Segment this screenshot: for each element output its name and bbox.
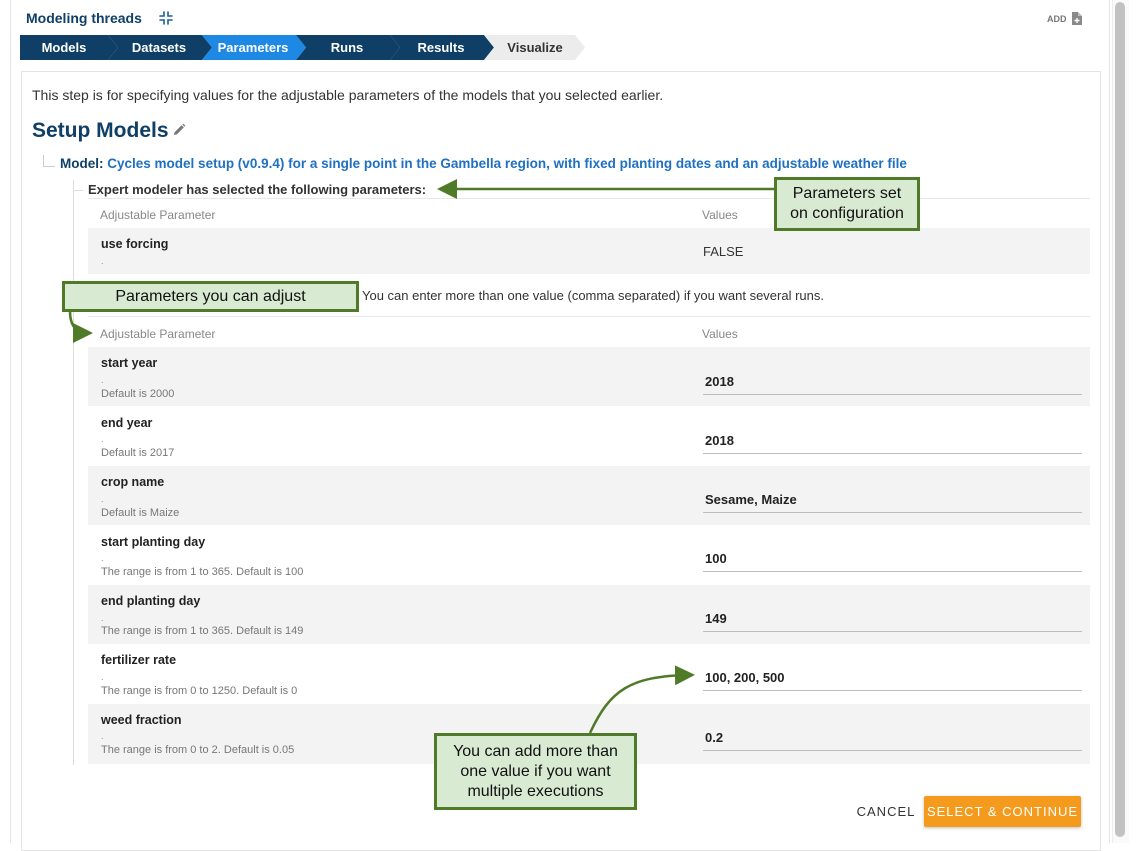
param-default: The range is from 0 to 1250. Default is … <box>101 685 298 697</box>
step-runs[interactable]: Runs <box>303 35 391 60</box>
divider <box>88 316 1090 317</box>
table-row <box>88 228 1090 274</box>
param-value-input[interactable] <box>703 606 1082 632</box>
callout-line: multiple executions <box>467 782 604 800</box>
param-default: The range is from 0 to 2. Default is 0.0… <box>101 744 295 756</box>
param-name: weed fraction <box>101 713 182 727</box>
callout-line: Parameters set <box>792 185 902 202</box>
callout-can-adjust: Parameters you can adjust <box>62 281 359 312</box>
page-title: Modeling threads <box>26 10 142 26</box>
param-desc: . <box>101 553 104 563</box>
param-value-input[interactable] <box>703 487 1082 513</box>
param-default: The range is from 1 to 365. Default is 1… <box>101 625 304 637</box>
param-name: start planting day <box>101 535 206 549</box>
step-visualize[interactable]: Visualize <box>491 35 579 60</box>
param-desc: . <box>101 672 104 682</box>
add-file-icon <box>1071 12 1082 25</box>
param-desc: . <box>101 731 104 741</box>
param-default: Default is 2000 <box>101 388 175 400</box>
scrollbar-thumb[interactable] <box>1115 2 1125 837</box>
select-continue-button[interactable]: SELECT & CONTINUE <box>924 796 1081 827</box>
callout-line: on configuration <box>790 205 904 222</box>
param-desc: . <box>101 256 104 266</box>
param-value-input[interactable] <box>703 725 1082 751</box>
step-models[interactable]: Models <box>20 35 108 60</box>
param-desc: . <box>101 434 104 444</box>
param-default: Default is Maize <box>101 507 180 519</box>
model-label: Model: <box>60 156 104 171</box>
param-name: use forcing <box>101 237 169 251</box>
param-default: The range is from 1 to 365. Default is 1… <box>101 566 304 578</box>
model-line: Model: Cycles model setup (v0.9.4) for a… <box>60 156 907 171</box>
param-name: start year <box>101 356 158 370</box>
callout-set-on-config: Parameters set on configuration <box>774 177 920 231</box>
step-results[interactable]: Results <box>397 35 485 60</box>
param-name: fertilizer rate <box>101 653 177 667</box>
param-value-input[interactable] <box>703 428 1082 454</box>
callout-line: You can add more than <box>453 742 618 760</box>
param-value-input[interactable] <box>703 546 1082 572</box>
add-button[interactable]: ADD <box>1047 12 1082 25</box>
hint-text: You can enter more than one value (comma… <box>362 288 824 303</box>
col-values-header: Values <box>702 327 738 341</box>
callout-line: Parameters you can adjust <box>115 287 306 305</box>
param-default: Default is 2017 <box>101 447 175 459</box>
param-name: crop name <box>101 475 165 489</box>
param-value-input[interactable] <box>703 665 1082 691</box>
add-label: ADD <box>1047 13 1067 24</box>
divider <box>88 198 1090 199</box>
setup-title: Setup Models <box>32 119 169 142</box>
col-values-header: Values <box>702 208 738 222</box>
model-name-link[interactable]: Cycles model setup (v0.9.4) for a single… <box>107 156 907 171</box>
pencil-icon[interactable] <box>172 123 186 137</box>
param-name: end year <box>101 416 153 430</box>
param-name: end planting day <box>101 594 201 608</box>
callout-multiple-values: You can add more than one value if you w… <box>434 733 637 810</box>
col-param-header: Adjustable Parameter <box>100 208 216 222</box>
compress-arrows-icon[interactable] <box>158 10 174 26</box>
param-fixed-value: FALSE <box>703 244 744 259</box>
tree-line <box>73 190 83 191</box>
param-desc: . <box>101 613 104 623</box>
intro-text: This step is for specifying values for t… <box>32 87 664 103</box>
param-desc: . <box>101 494 104 504</box>
expert-heading: Expert modeler has selected the followin… <box>88 182 427 197</box>
tree-line <box>43 166 55 167</box>
col-param-header: Adjustable Parameter <box>100 327 216 341</box>
cancel-button[interactable]: CANCEL <box>851 797 921 827</box>
callout-line: one value if you want <box>460 762 611 780</box>
step-parameters[interactable]: Parameters <box>209 35 297 60</box>
param-value-input[interactable] <box>703 369 1082 395</box>
param-desc: . <box>101 375 104 385</box>
step-datasets[interactable]: Datasets <box>115 35 203 60</box>
tree-line <box>73 180 74 765</box>
